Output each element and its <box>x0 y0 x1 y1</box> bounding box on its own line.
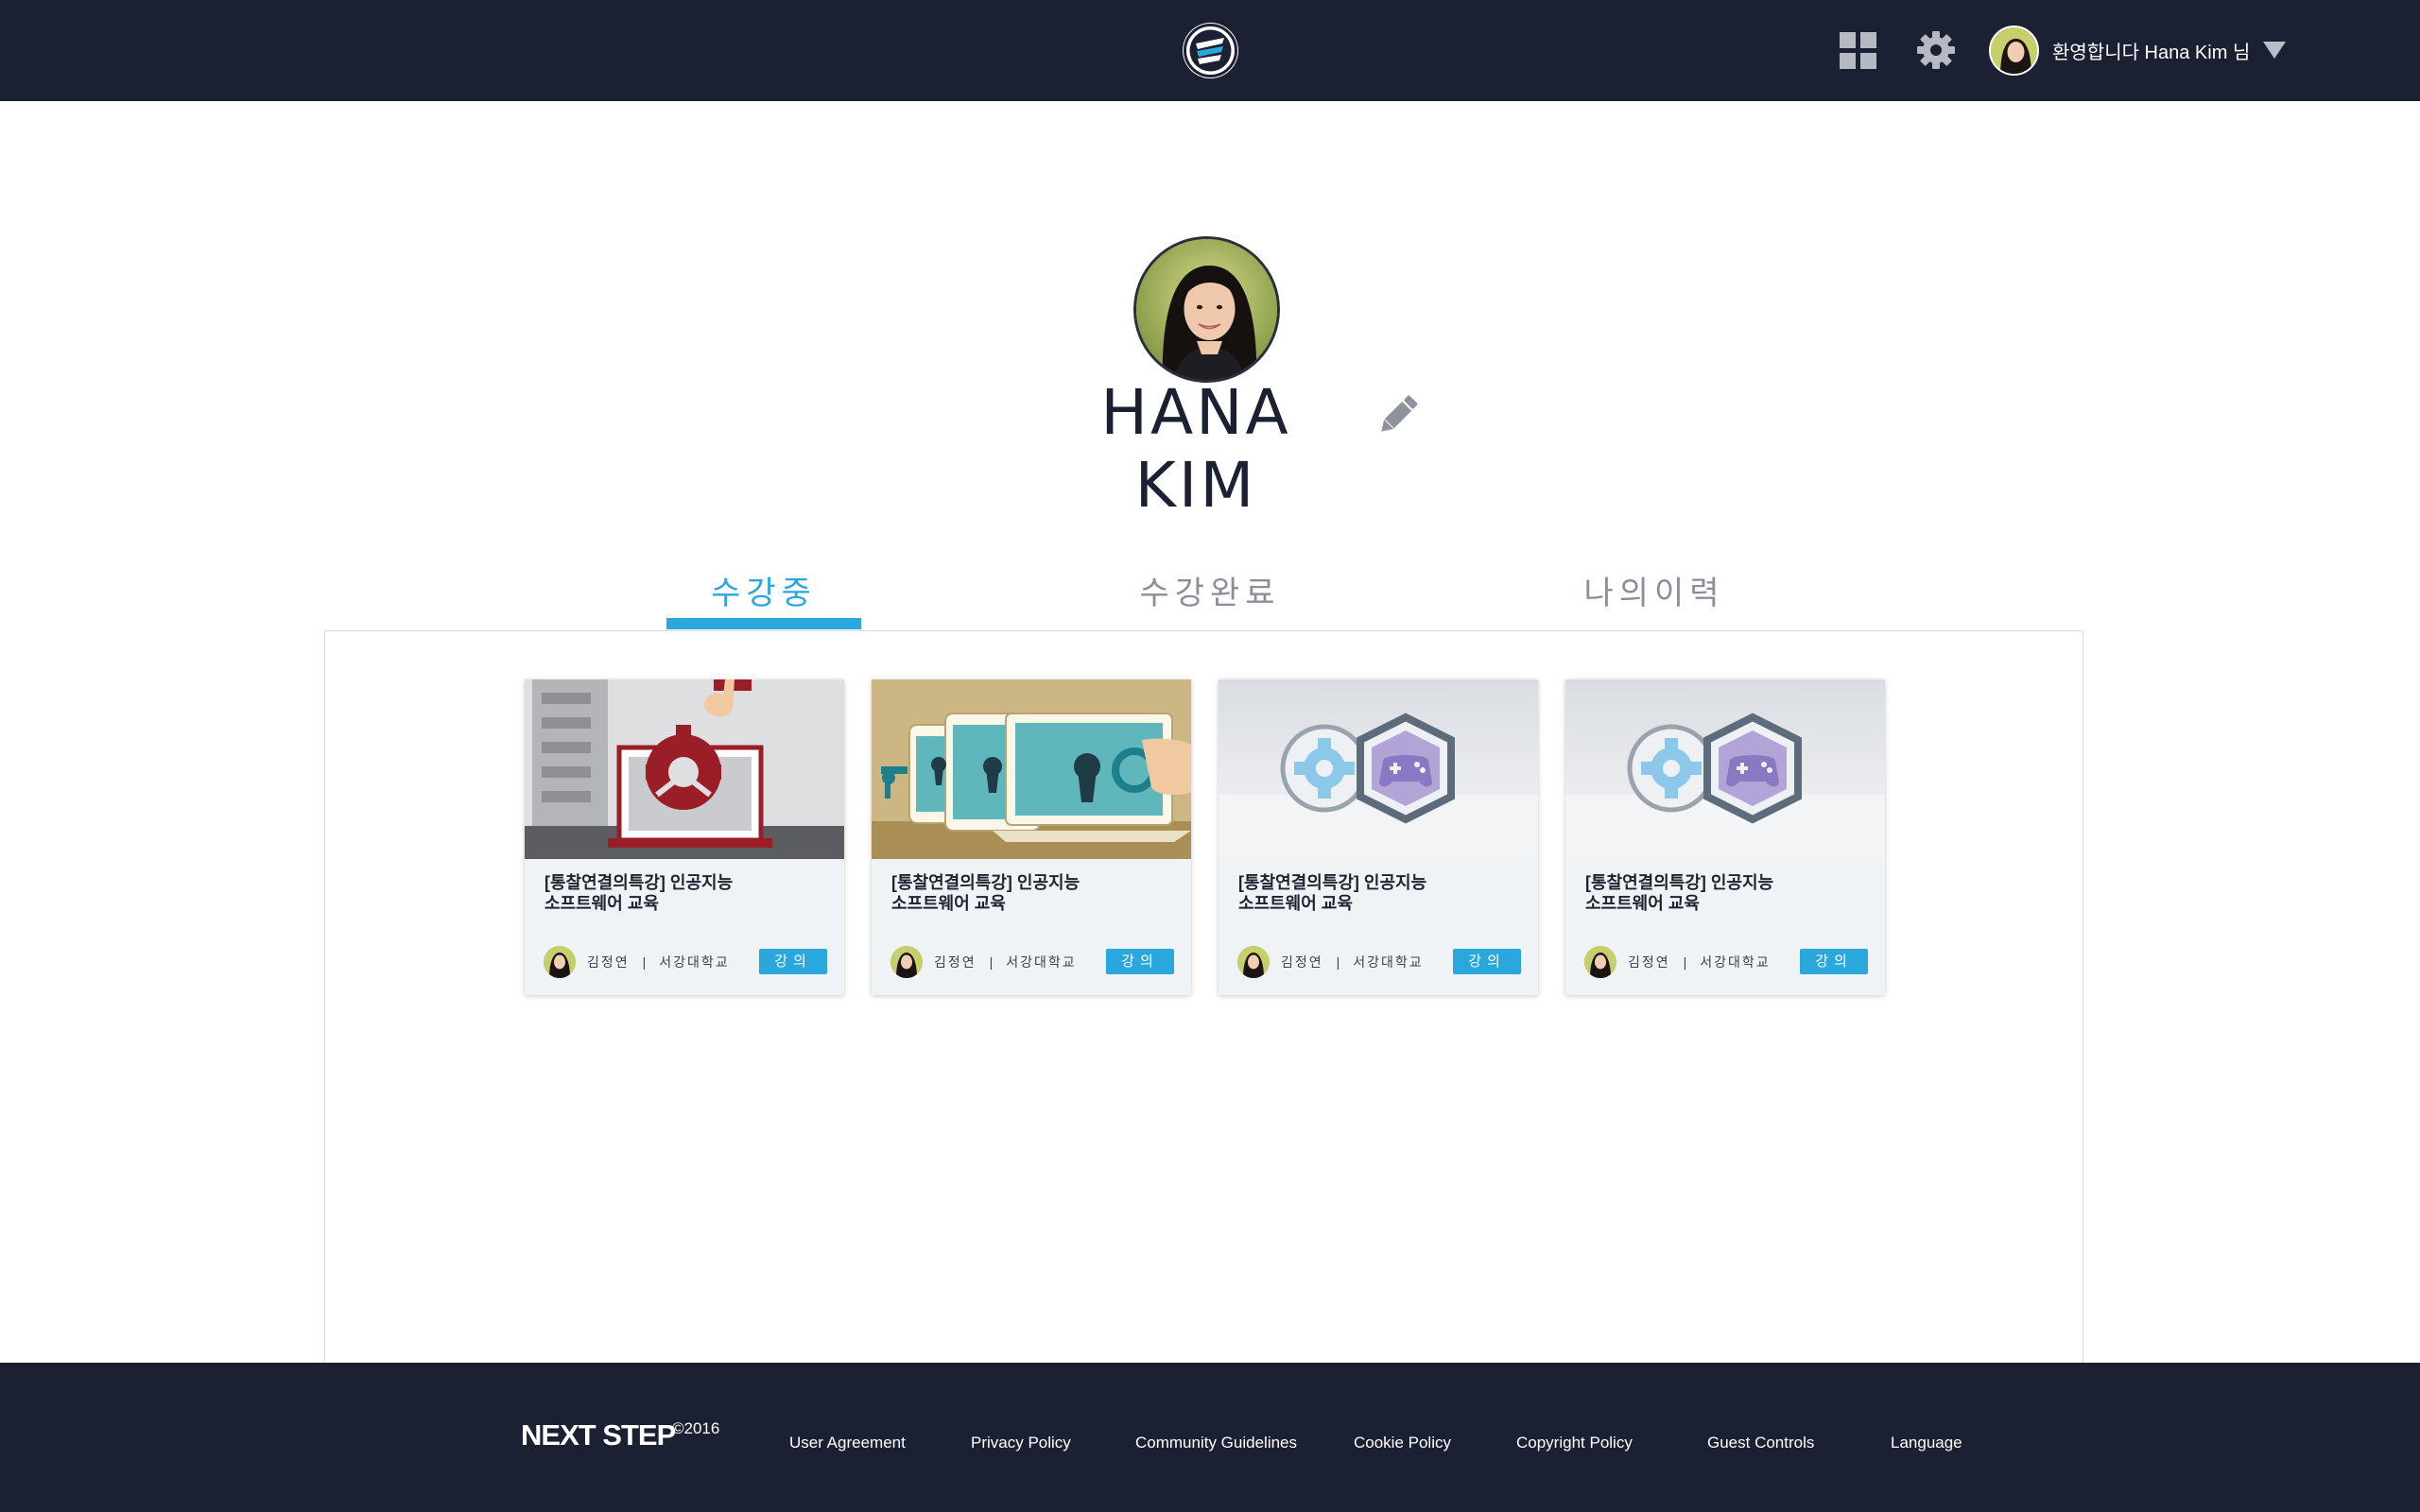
course-title-line2: 소프트웨어 교육 <box>1238 894 1353 913</box>
meta-separator: | <box>642 954 647 970</box>
footer: NEXT STEP ©2016 User Agreement Privacy P… <box>0 1363 2420 1512</box>
instructor-name: 김정연 <box>1281 954 1323 970</box>
pencil-edit-icon[interactable] <box>1373 389 1424 440</box>
instructor-avatar <box>1584 946 1616 978</box>
gear-icon[interactable] <box>1916 30 1956 70</box>
instructor-avatar <box>1237 946 1270 978</box>
tab-completed[interactable]: 수강완료 <box>1115 567 1305 631</box>
meta-separator: | <box>1683 954 1687 970</box>
lecture-badge: 강의 <box>1453 949 1521 974</box>
course-thumbnail-security-gear <box>525 679 844 859</box>
school-name: 서강대학교 <box>1700 954 1771 970</box>
lecture-badge: 강의 <box>759 949 827 974</box>
course-tabs: 수강중 수강완료 나의이력 <box>0 567 2420 631</box>
course-title: [통찰연결의특강] 인공지능 소프트웨어 교육 <box>544 872 828 914</box>
instructor-name: 김정연 <box>1628 954 1670 970</box>
tab-my-history[interactable]: 나의이력 <box>1569 567 1739 631</box>
course-meta: 김정연 | 서강대학교 강의 <box>1237 945 1521 979</box>
course-meta: 김정연 | 서강대학교 강의 <box>544 945 827 979</box>
course-thumbnail-gear-gamepad <box>1565 679 1885 859</box>
instructor-avatar <box>544 946 576 978</box>
course-meta: 김정연 | 서강대학교 강의 <box>1584 945 1868 979</box>
course-card[interactable]: [통찰연결의특강] 인공지능 소프트웨어 교육 김정연 | 서강대학교 강의 <box>525 679 844 995</box>
course-title-line2: 소프트웨어 교육 <box>544 894 659 913</box>
logo-icon[interactable] <box>1183 23 1238 78</box>
course-title-line1: [통찰연결의특강] 인공지능 <box>1585 873 1774 892</box>
school-name: 서강대학교 <box>1353 954 1424 970</box>
avatar <box>1989 25 2039 76</box>
profile-avatar <box>1133 236 1280 383</box>
course-title-line1: [통찰연결의특강] 인공지능 <box>891 873 1080 892</box>
course-title: [통찰연결의특강] 인공지능 소프트웨어 교육 <box>891 872 1175 914</box>
school-name: 서강대학교 <box>1006 954 1077 970</box>
meta-separator: | <box>989 954 994 970</box>
footer-link-language[interactable]: Language <box>1891 1434 1962 1452</box>
footer-brand: NEXT STEP <box>521 1418 676 1452</box>
profile-page: 환영합니다 Hana Kim 님 HANA KIM 수강중 수강완료 나의이력 … <box>0 0 2420 1512</box>
course-card[interactable]: [통찰연결의특강] 인공지능 소프트웨어 교육 김정연 | 서강대학교 강의 <box>1565 679 1885 995</box>
course-card[interactable]: [통찰연결의특강] 인공지능 소프트웨어 교육 김정연 | 서강대학교 강의 <box>1219 679 1538 995</box>
footer-link-privacy-policy[interactable]: Privacy Policy <box>971 1434 1071 1452</box>
course-title-line1: [통찰연결의특강] 인공지능 <box>1238 873 1427 892</box>
welcome-text: 환영합니다 Hana Kim 님 <box>2052 42 2251 63</box>
profile-name: HANA KIM <box>1100 376 1291 522</box>
footer-copyright: ©2016 <box>672 1419 720 1437</box>
active-tab-indicator <box>666 618 861 629</box>
footer-link-cookie-policy[interactable]: Cookie Policy <box>1354 1434 1451 1452</box>
chevron-down-icon[interactable] <box>2263 42 2287 59</box>
instructor-name: 김정연 <box>587 954 630 970</box>
user-menu[interactable]: 환영합니다 Hana Kim 님 <box>1989 24 2287 77</box>
footer-link-community-guidelines[interactable]: Community Guidelines <box>1135 1434 1297 1452</box>
course-title: [통찰연결의특강] 인공지능 소프트웨어 교육 <box>1238 872 1522 914</box>
apps-grid-icon[interactable] <box>1840 32 1876 69</box>
school-name: 서강대학교 <box>659 954 730 970</box>
instructor-name: 김정연 <box>934 954 977 970</box>
course-thumbnail-gear-gamepad <box>1219 679 1538 859</box>
course-title-line2: 소프트웨어 교육 <box>1585 894 1700 913</box>
lecture-badge: 강의 <box>1800 949 1868 974</box>
top-nav-bar: 환영합니다 Hana Kim 님 <box>0 0 2420 101</box>
footer-link-guest-controls[interactable]: Guest Controls <box>1707 1434 1814 1452</box>
instructor-avatar <box>890 946 923 978</box>
course-thumbnail-devices-keys <box>872 679 1191 859</box>
meta-separator: | <box>1336 954 1340 970</box>
course-card[interactable]: [통찰연결의특강] 인공지능 소프트웨어 교육 김정연 | 서강대학교 강의 <box>872 679 1191 995</box>
course-meta: 김정연 | 서강대학교 강의 <box>890 945 1174 979</box>
lecture-badge: 강의 <box>1106 949 1174 974</box>
course-title: [통찰연결의특강] 인공지능 소프트웨어 교육 <box>1585 872 1869 914</box>
course-title-line1: [통찰연결의특강] 인공지능 <box>544 873 734 892</box>
course-title-line2: 소프트웨어 교육 <box>891 894 1006 913</box>
footer-link-user-agreement[interactable]: User Agreement <box>789 1434 906 1452</box>
footer-link-copyright-policy[interactable]: Copyright Policy <box>1516 1434 1633 1452</box>
